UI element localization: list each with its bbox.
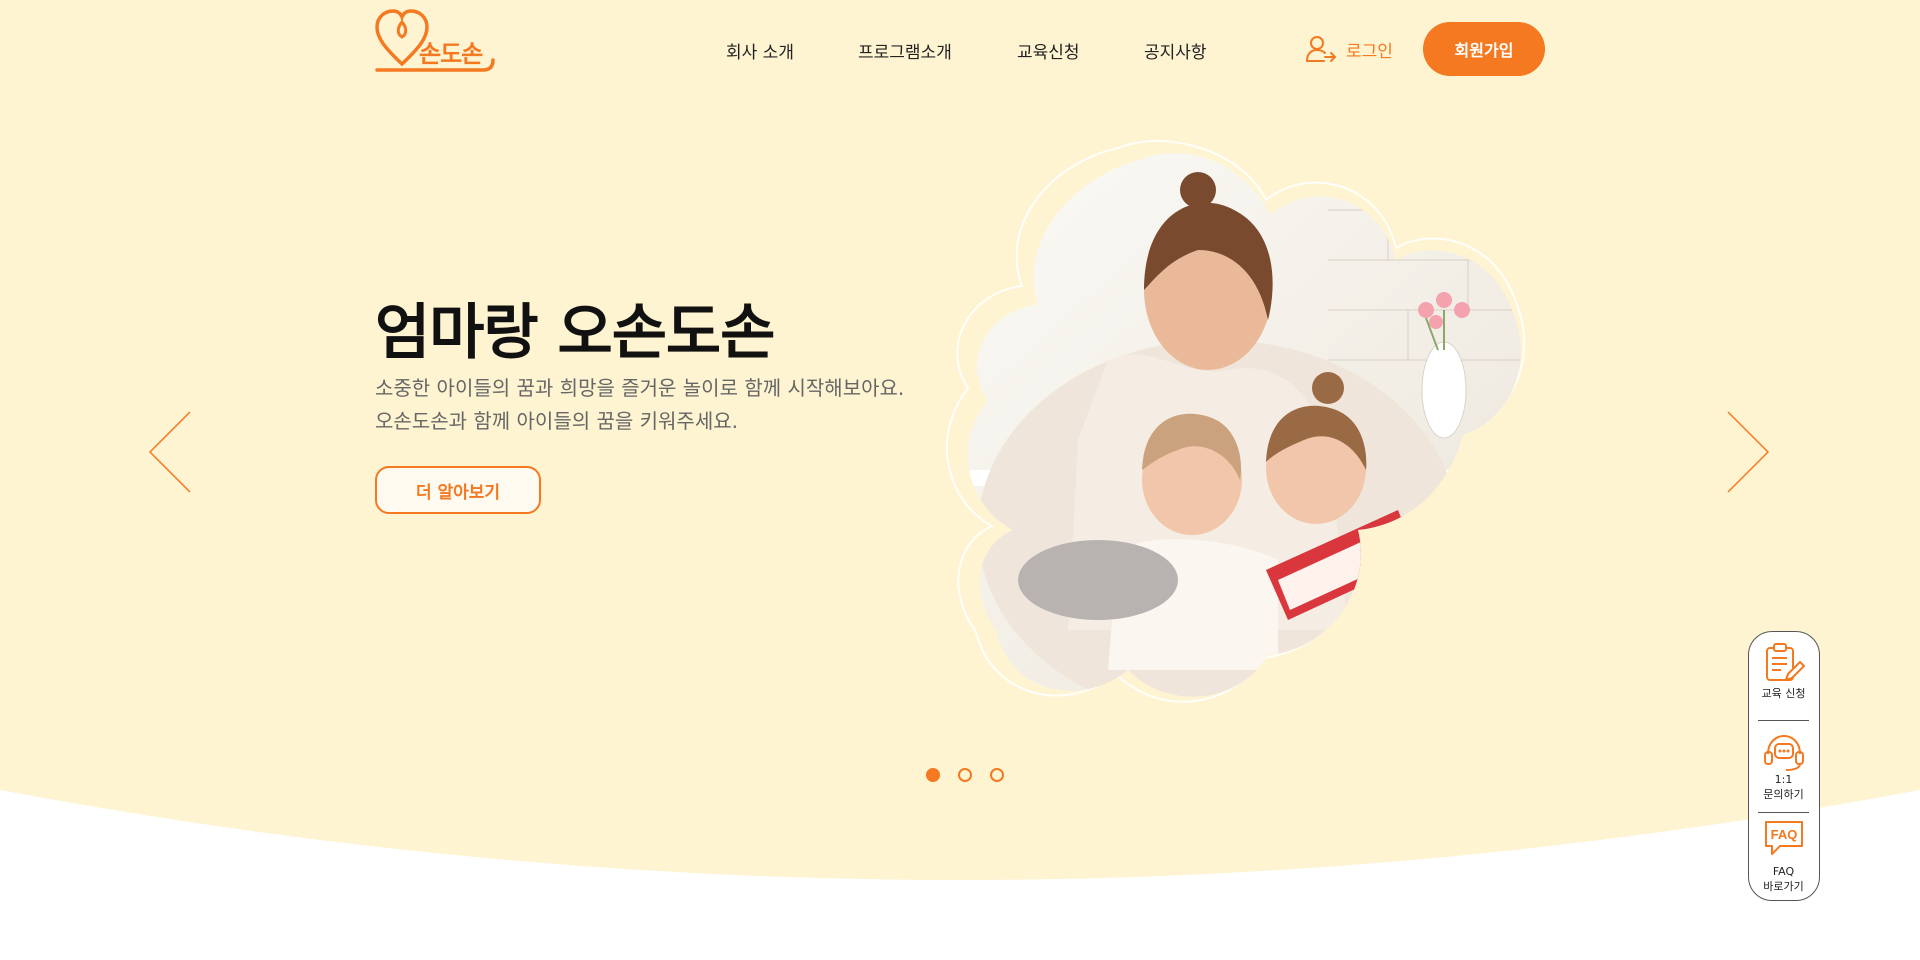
slider-dot[interactable]: [990, 768, 1004, 782]
quick-faq-button[interactable]: FAQ FAQ 바로가기: [1749, 818, 1818, 894]
quick-faq-label-2: 바로가기: [1763, 880, 1804, 893]
quick-menu-divider: [1758, 812, 1809, 813]
site-header: 손도손 회사 소개 프로그램소개 교육신청 공지사항 로그인 회원가입: [0, 0, 1920, 100]
quick-menu: 교육 신청 1:1 문의하기 FAQ FAQ 바로가기: [1748, 631, 1820, 901]
nav-item-apply[interactable]: 교육신청: [1017, 38, 1080, 63]
faq-bubble-icon: FAQ: [1764, 821, 1803, 855]
hero-description-line-2: 오손도손과 함께 아이들의 꿈을 키워주세요.: [375, 409, 738, 433]
nav-item-programs[interactable]: 프로그램소개: [858, 38, 952, 63]
signup-button[interactable]: 회원가입: [1423, 22, 1545, 76]
slider-dot[interactable]: [926, 768, 940, 782]
quick-menu-divider: [1758, 720, 1809, 721]
quick-inquiry-button[interactable]: 1:1 문의하기: [1749, 732, 1818, 802]
hero-image: [945, 140, 1525, 703]
next-slide-arrow-icon[interactable]: [1726, 410, 1770, 494]
quick-apply-label: 교육 신청: [1761, 687, 1806, 700]
login-label: 로그인: [1346, 41, 1393, 62]
clipboard-pen-icon: [1765, 643, 1805, 681]
slider-dot[interactable]: [958, 768, 972, 782]
quick-inquiry-label-2: 문의하기: [1763, 788, 1804, 801]
hero-description: 소중한 아이들의 꿈과 희망을 즐거운 놀이로 함께 시작해보아요. 오손도손과…: [375, 372, 904, 438]
headset-chat-icon: [1763, 734, 1804, 771]
user-arrow-icon: [1306, 36, 1336, 62]
site-logo[interactable]: 손도손: [375, 8, 499, 74]
prev-slide-arrow-icon[interactable]: [148, 410, 192, 494]
quick-faq-label-1: FAQ: [1772, 865, 1795, 878]
quick-inquiry-label-1: 1:1: [1774, 773, 1793, 786]
slider-pagination: [926, 768, 1004, 782]
faq-icon-text: FAQ: [1770, 827, 1797, 842]
nav-item-company[interactable]: 회사 소개: [726, 38, 794, 63]
logo-text: 손도손: [419, 40, 483, 68]
hero-title: 엄마랑 오손도손: [375, 298, 775, 368]
nav-item-notice[interactable]: 공지사항: [1144, 38, 1207, 63]
learn-more-button[interactable]: 더 알아보기: [375, 466, 541, 514]
login-link[interactable]: 로그인: [1306, 34, 1393, 64]
quick-apply-button[interactable]: 교육 신청: [1749, 642, 1818, 701]
hero-description-line-1: 소중한 아이들의 꿈과 희망을 즐거운 놀이로 함께 시작해보아요.: [375, 376, 905, 400]
